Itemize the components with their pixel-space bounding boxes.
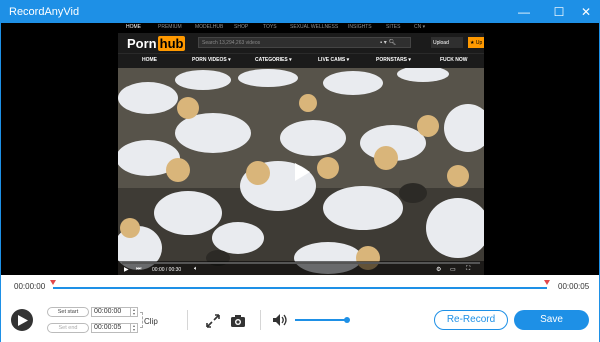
end-time-stepper[interactable]: ▴ ▾ xyxy=(130,323,138,333)
site-top-nav-item: MODELHUB xyxy=(195,24,224,30)
divider xyxy=(187,310,188,330)
site-category-item: PORNSTARS ▾ xyxy=(376,57,411,63)
site-category-item: CATEGORIES ▾ xyxy=(255,57,292,63)
site-top-nav-item: SITES xyxy=(386,24,401,30)
site-logo-part2: hub xyxy=(157,36,186,51)
window-title: RecordAnyVid xyxy=(9,6,80,18)
clip-label: Clip xyxy=(144,317,158,326)
site-category-bar: HOME PORN VIDEOS ▾ CATEGORIES ▾ LIVE CAM… xyxy=(118,53,484,65)
minimize-button[interactable]: — xyxy=(511,2,537,22)
captured-webpage: HOME PREMIUM MODELHUB SHOP TOYS SEXUAL W… xyxy=(118,23,484,275)
site-category-item: FUCK NOW xyxy=(440,57,468,63)
video-theater-icon: ▭ xyxy=(450,267,456,273)
volume-icon[interactable] xyxy=(272,312,288,328)
video-time: 00:00 / 00:30 xyxy=(152,267,182,273)
title-bar: RecordAnyVid — ☐ ✕ xyxy=(1,1,599,23)
video-progress-bar xyxy=(122,262,480,264)
set-start-button[interactable]: Set start xyxy=(47,307,89,317)
play-button[interactable] xyxy=(11,309,33,331)
site-top-nav-item: CN ▾ xyxy=(414,24,426,30)
site-top-nav-item: PREMIUM xyxy=(158,24,182,30)
video-camera-icon: ▪ ▾ 🔍︎ xyxy=(380,40,397,46)
site-top-nav: HOME PREMIUM MODELHUB SHOP TOYS SEXUAL W… xyxy=(118,23,484,33)
video-controls-play-icon: ▶ xyxy=(124,267,129,273)
clip-end-marker[interactable] xyxy=(544,280,550,285)
video-volume-icon: 🔈︎ xyxy=(194,266,198,272)
video-frame: ▶ ⏭ 00:00 / 00:30 🔈︎ ⚙ ▭ ⛶ xyxy=(118,68,484,275)
video-settings-icon: ⚙ xyxy=(436,267,442,273)
start-time-field[interactable]: 00:00:00 xyxy=(91,307,131,317)
site-upgrade-button: ★ Up xyxy=(468,37,484,48)
fullscreen-icon[interactable] xyxy=(205,313,221,329)
site-upload-button: Upload xyxy=(431,37,463,48)
clip-timeline: 00:00:00 00:00:05 xyxy=(1,275,599,297)
site-category-item: LIVE CAMS ▾ xyxy=(318,57,350,63)
play-icon xyxy=(18,315,28,326)
timeline-track[interactable] xyxy=(53,287,547,289)
site-top-nav-item: INSIGHTS xyxy=(348,24,372,30)
site-header: Porn hub Search 13,294,263 videos ▪ ▾ 🔍︎ … xyxy=(118,33,484,53)
save-button[interactable]: Save xyxy=(514,310,589,330)
re-record-button[interactable]: Re-Record xyxy=(434,310,508,330)
site-top-nav-item: HOME xyxy=(126,24,141,30)
site-top-nav-item: SHOP xyxy=(234,24,249,30)
site-category-item: PORN VIDEOS ▾ xyxy=(192,57,231,63)
timeline-end-time: 00:00:05 xyxy=(558,282,590,291)
video-controls-next-icon: ⏭ xyxy=(136,266,142,272)
maximize-button[interactable]: ☐ xyxy=(546,2,572,22)
site-logo: Porn hub xyxy=(127,36,186,51)
recording-preview: HOME PREMIUM MODELHUB SHOP TOYS SEXUAL W… xyxy=(1,23,599,275)
clip-start-marker[interactable] xyxy=(50,280,56,285)
app-window: RecordAnyVid — ☐ ✕ HOME PREMIUM MODELHUB… xyxy=(0,0,600,342)
site-category-item: HOME xyxy=(142,57,157,63)
site-top-nav-item: SEXUAL WELLNESS xyxy=(290,24,339,30)
site-logo-part1: Porn xyxy=(127,36,157,51)
video-controls: ▶ ⏭ 00:00 / 00:30 🔈︎ ⚙ ▭ ⛶ xyxy=(118,261,484,275)
bottom-controls: Set start 00:00:00 ▴ ▾ Set end 00:00:05 ▴… xyxy=(1,297,599,342)
close-button[interactable]: ✕ xyxy=(573,2,599,22)
timeline-start-time: 00:00:00 xyxy=(14,282,46,291)
camera-icon[interactable] xyxy=(230,313,246,329)
clip-bracket xyxy=(140,312,143,328)
site-top-nav-item: TOYS xyxy=(263,24,277,30)
volume-slider-knob[interactable] xyxy=(344,317,350,323)
set-end-button[interactable]: Set end xyxy=(47,323,89,333)
video-fullscreen-icon: ⛶ xyxy=(466,266,471,272)
start-time-stepper[interactable]: ▴ ▾ xyxy=(130,307,138,317)
end-time-field[interactable]: 00:00:05 xyxy=(91,323,131,333)
divider xyxy=(260,310,261,330)
video-play-icon xyxy=(295,163,310,181)
volume-slider[interactable] xyxy=(295,319,347,321)
